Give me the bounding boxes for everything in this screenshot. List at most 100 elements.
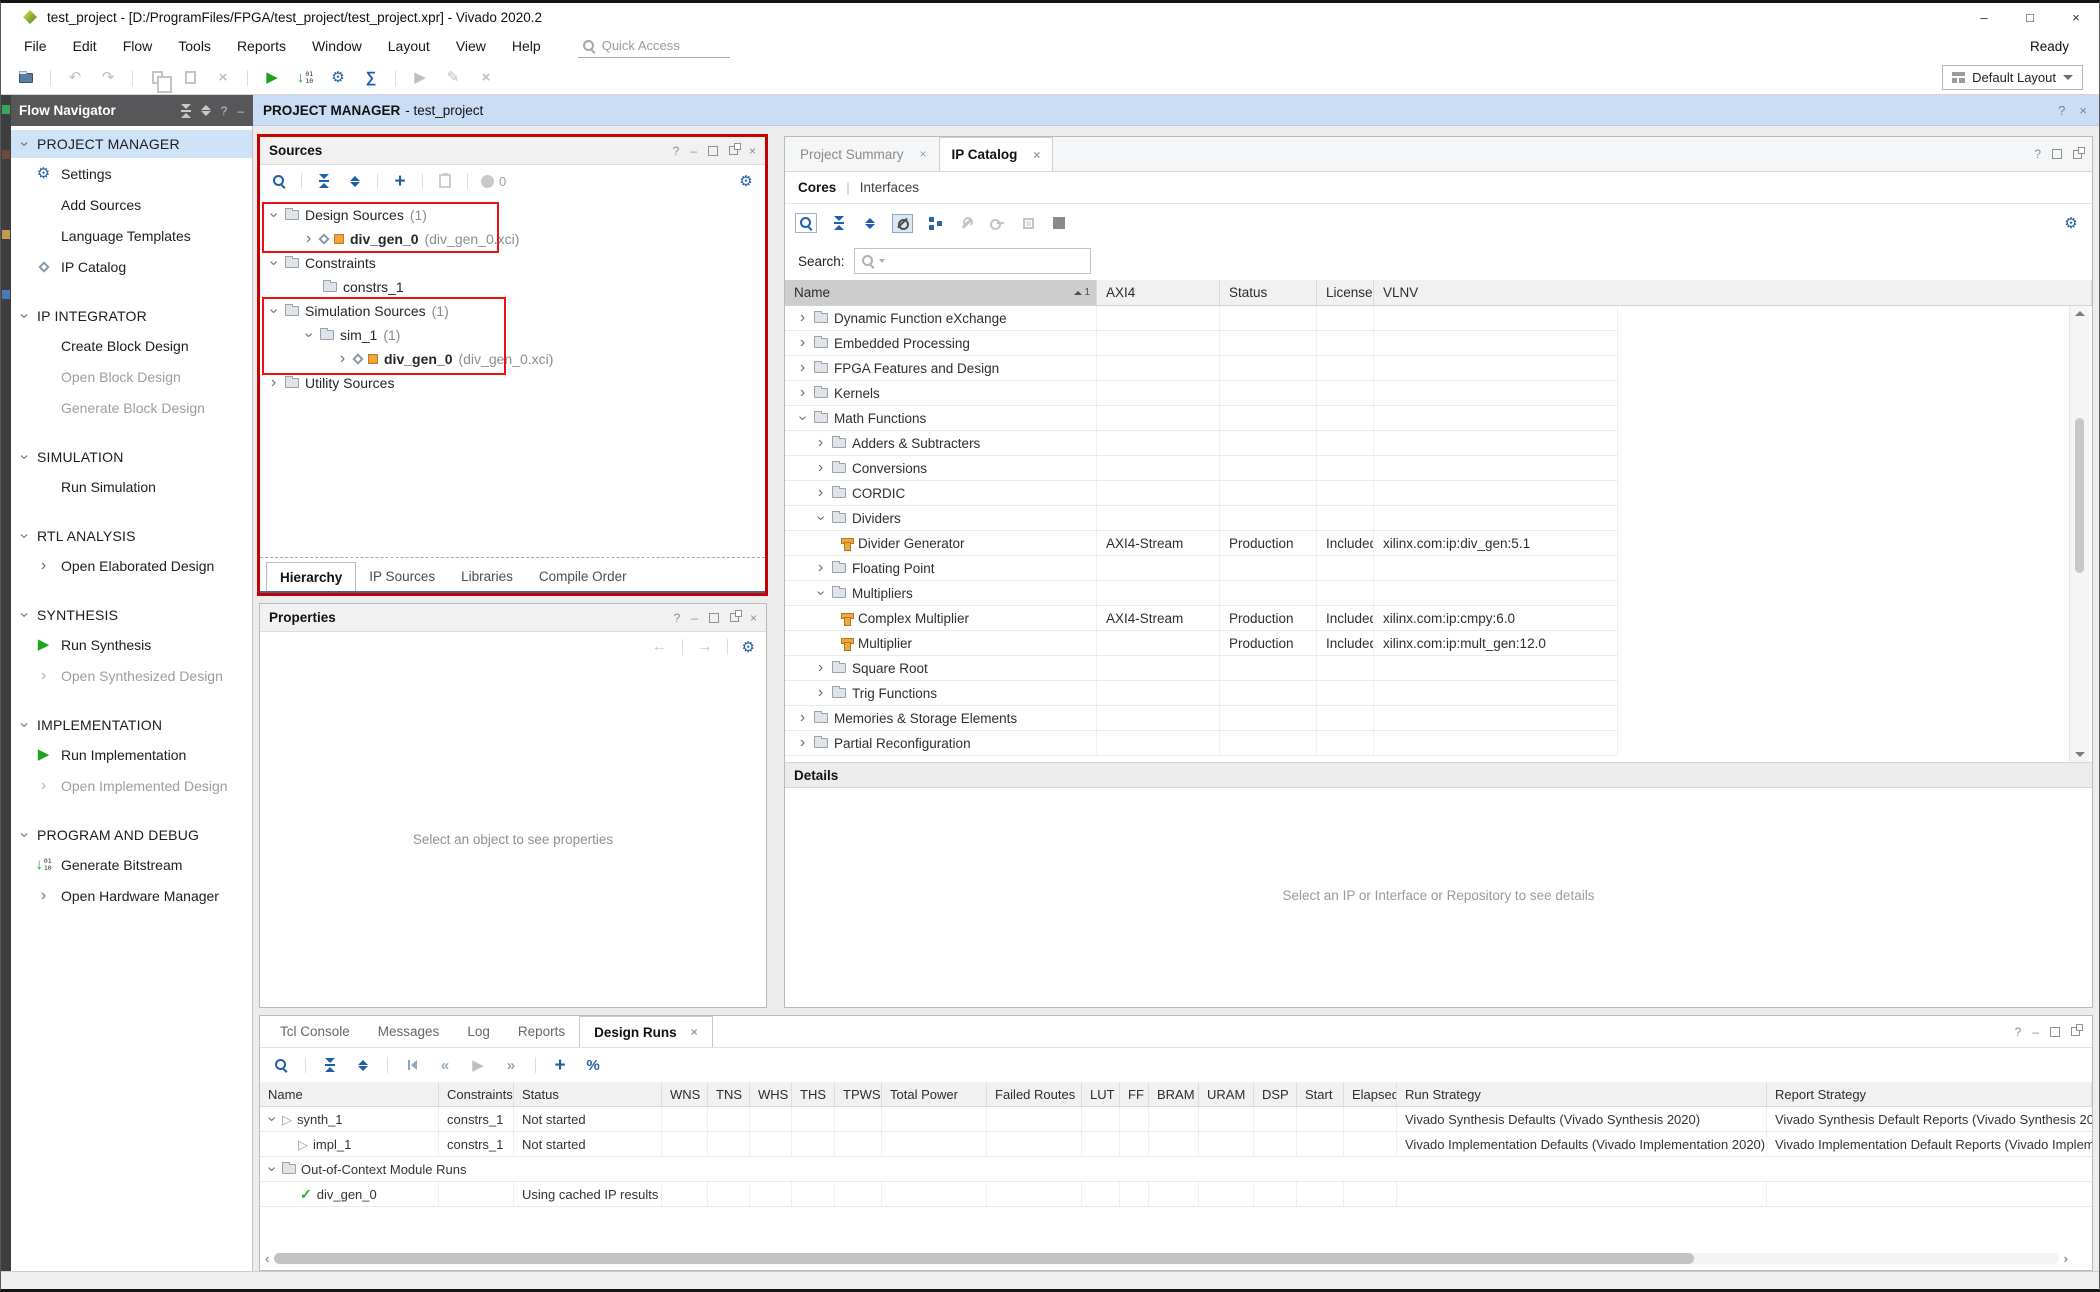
gear-icon[interactable]: ⚙ <box>2062 214 2080 232</box>
nav-section-rtl-analysis[interactable]: RTL ANALYSIS <box>11 522 252 550</box>
tab-compile-order[interactable]: Compile Order <box>526 562 640 591</box>
col-ths[interactable]: THS <box>792 1082 835 1106</box>
col-start[interactable]: Start <box>1297 1082 1344 1106</box>
tree-item-constrs-1[interactable]: constrs_1 <box>260 275 765 299</box>
col-report-strategy[interactable]: Report Strategy <box>1767 1082 2092 1106</box>
horizontal-scrollbar[interactable]: ‹ › <box>265 1252 2068 1265</box>
chevron-right-icon[interactable] <box>337 354 348 364</box>
ip-row-divider-generator[interactable]: Divider GeneratorAXI4-StreamProductionIn… <box>785 531 1618 556</box>
maximize-icon[interactable] <box>708 146 718 156</box>
nav-section-project-manager[interactable]: PROJECT MANAGER <box>11 130 252 158</box>
col-tns[interactable]: TNS <box>708 1082 750 1106</box>
menu-edit[interactable]: Edit <box>60 38 110 54</box>
vertical-scrollbar[interactable] <box>2069 306 2089 762</box>
tab-project-summary[interactable]: Project Summary × <box>788 137 939 171</box>
nav-section-implementation[interactable]: IMPLEMENTATION <box>11 711 252 739</box>
group-by-button[interactable] <box>926 214 944 232</box>
chevron-right-icon[interactable] <box>815 663 826 673</box>
ip-row-partial-reconfiguration[interactable]: Partial Reconfiguration <box>785 731 1618 756</box>
maximize-icon[interactable] <box>709 613 719 623</box>
chevron-down-icon[interactable] <box>268 258 279 268</box>
nav-item-run-synthesis[interactable]: ▶Run Synthesis <box>11 629 252 660</box>
tree-item-div-gen-0[interactable]: div_gen_0 (div_gen_0.xci) <box>260 227 765 251</box>
back-arrow-icon[interactable]: ← <box>652 639 668 655</box>
gear-icon[interactable]: ⚙ <box>737 172 755 190</box>
scroll-left-icon[interactable]: ‹ <box>265 1252 269 1265</box>
ip-row-embedded-processing[interactable]: Embedded Processing <box>785 331 1618 356</box>
collapse-all-button[interactable] <box>830 214 848 232</box>
expand-all-button[interactable] <box>346 172 364 190</box>
tab-libraries[interactable]: Libraries <box>448 562 526 591</box>
chevron-down-icon[interactable] <box>268 306 279 316</box>
hide-incompatible-toggle[interactable] <box>892 214 913 233</box>
scroll-down-icon[interactable] <box>2075 752 2085 757</box>
collapse-all-button[interactable] <box>315 172 333 190</box>
expand-all-button[interactable] <box>354 1056 372 1074</box>
menu-view[interactable]: View <box>443 38 499 54</box>
close-icon[interactable]: × <box>749 144 756 158</box>
ip-row-square-root[interactable]: Square Root <box>785 656 1618 681</box>
minimize-button[interactable]: – <box>1961 3 2007 31</box>
collapse-all-icon[interactable] <box>181 104 191 118</box>
close-icon[interactable]: × <box>920 147 927 161</box>
col-lut[interactable]: LUT <box>1082 1082 1120 1106</box>
tree-item-constraints[interactable]: Constraints <box>260 251 765 275</box>
report-sum-button[interactable]: ∑ <box>362 69 380 87</box>
gear-icon[interactable]: ⚙ <box>742 640 755 655</box>
step-forward-button[interactable]: » <box>502 1056 520 1074</box>
nav-item-ip-catalog[interactable]: IP Catalog <box>11 251 252 282</box>
col-name[interactable]: Name <box>260 1082 439 1106</box>
close-icon[interactable]: × <box>691 1025 698 1039</box>
help-icon[interactable]: ? <box>2034 147 2041 161</box>
ip-row-fpga-features[interactable]: FPGA Features and Design <box>785 356 1618 381</box>
chevron-right-icon[interactable] <box>797 313 808 323</box>
chevron-right-icon[interactable] <box>815 463 826 473</box>
chevron-down-icon[interactable] <box>266 1164 277 1174</box>
tab-log[interactable]: Log <box>453 1016 504 1047</box>
ip-row-multiplier[interactable]: MultiplierProductionIncludedxilinx.com:i… <box>785 631 1618 656</box>
cancel-button[interactable]: × <box>477 69 495 87</box>
nav-item-open-synthesized-design[interactable]: Open Synthesized Design <box>11 660 252 691</box>
tree-item-div-gen-0-sim[interactable]: div_gen_0 (div_gen_0.xci) <box>260 347 765 371</box>
chevron-down-icon[interactable] <box>266 1114 277 1124</box>
nav-item-settings[interactable]: ⚙Settings <box>11 158 252 189</box>
maximize-icon[interactable] <box>2052 149 2062 159</box>
nav-section-simulation[interactable]: SIMULATION <box>11 443 252 471</box>
tab-messages[interactable]: Messages <box>364 1016 454 1047</box>
nav-section-program-and-debug[interactable]: PROGRAM AND DEBUG <box>11 821 252 849</box>
customize-ip-button-disabled[interactable] <box>957 214 975 232</box>
chevron-right-icon[interactable] <box>797 713 808 723</box>
tree-item-sim-1[interactable]: sim_1 (1) <box>260 323 765 347</box>
help-icon[interactable]: ? <box>674 611 681 625</box>
open-project-button[interactable] <box>17 69 35 87</box>
nav-item-generate-bitstream[interactable]: ↓0110Generate Bitstream <box>11 849 252 880</box>
run-row-div-gen-0[interactable]: ✓div_gen_0 Using cached IP results <box>260 1182 2092 1207</box>
layout-selector[interactable]: Default Layout <box>1942 65 2083 90</box>
col-total-power[interactable]: Total Power <box>882 1082 987 1106</box>
chevron-down-icon[interactable] <box>797 413 808 423</box>
col-whs[interactable]: WHS <box>750 1082 792 1106</box>
col-ff[interactable]: FF <box>1120 1082 1149 1106</box>
chevron-right-icon[interactable] <box>303 234 314 244</box>
close-icon[interactable]: × <box>750 611 757 625</box>
redo-button[interactable]: ↷ <box>99 69 117 87</box>
ip-row-dynamic-function-exchange[interactable]: Dynamic Function eXchange <box>785 306 1618 331</box>
float-icon[interactable] <box>730 613 739 622</box>
undo-button[interactable]: ↶ <box>66 69 84 87</box>
play-button-disabled[interactable]: ▶ <box>469 1056 487 1074</box>
tab-design-runs[interactable]: Design Runs × <box>579 1016 713 1047</box>
tab-ip-catalog[interactable]: IP Catalog × <box>939 137 1054 171</box>
ip-row-math-functions[interactable]: Math Functions <box>785 406 1618 431</box>
float-icon[interactable] <box>2073 150 2082 159</box>
ip-row-adders-subtracters[interactable]: Adders & Subtracters <box>785 431 1618 456</box>
expand-all-icon[interactable] <box>201 105 211 116</box>
nav-item-add-sources[interactable]: Add Sources <box>11 189 252 220</box>
create-run-button[interactable]: + <box>551 1056 569 1074</box>
subtab-cores[interactable]: Cores <box>798 180 836 195</box>
subtab-interfaces[interactable]: Interfaces <box>860 180 919 195</box>
close-icon[interactable]: × <box>2079 103 2087 118</box>
step-back-button[interactable]: « <box>436 1056 454 1074</box>
ip-row-trig-functions[interactable]: Trig Functions <box>785 681 1618 706</box>
run-row-impl-1[interactable]: ▷impl_1 constrs_1 Not started Vivado Imp… <box>260 1132 2092 1157</box>
ip-row-kernels[interactable]: Kernels <box>785 381 1618 406</box>
